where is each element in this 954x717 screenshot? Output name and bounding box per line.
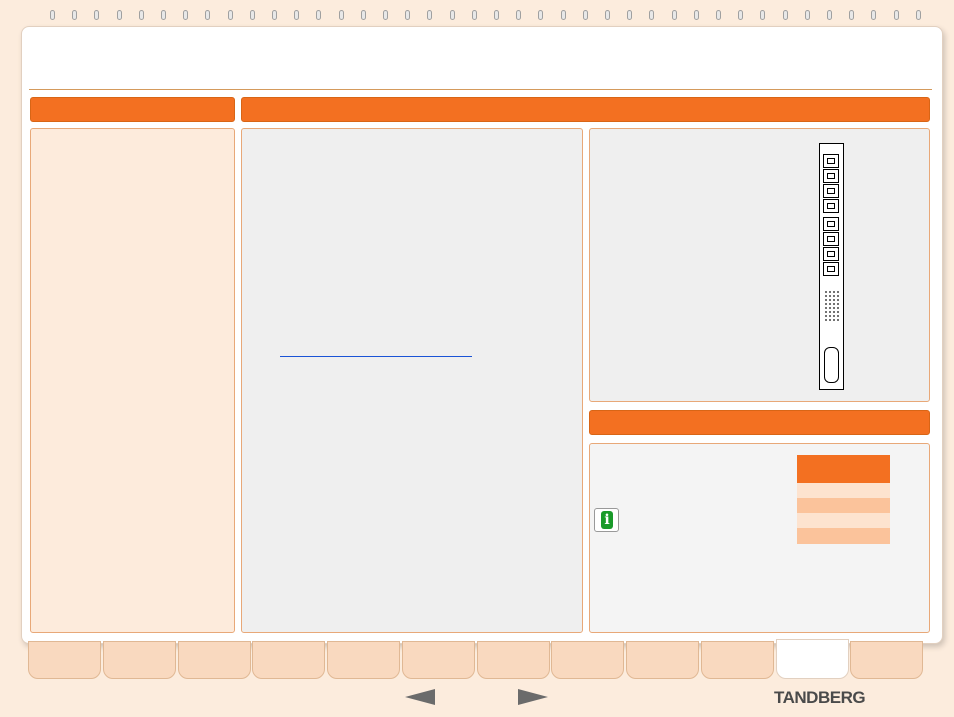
binder-ring-icon [738,10,744,20]
binder-ring-icon [449,10,455,20]
binder-ring-icon [116,10,122,20]
indicator-leds-icon [824,315,840,317]
binder-ring-icon [627,10,633,20]
main-panel-header [241,97,930,122]
indicator-leds-icon [824,319,840,321]
binder-ring-icon [893,10,899,20]
ethernet-port-icon [823,169,839,183]
ethernet-port-icon [823,232,839,246]
legend-row-swatch [797,513,890,528]
binder-ring-icon [427,10,433,20]
binder-ring-icon [671,10,677,20]
binder-ring-icon [649,10,655,20]
ethernet-port-icon [823,184,839,198]
binder-ring-icon [560,10,566,20]
binder-ring-icon [849,10,855,20]
binder-ring-icon [94,10,100,20]
chapter-tabs [28,639,925,681]
binder-ring-icon [871,10,877,20]
legend-row-swatch [797,528,890,544]
binder-ring-icon [494,10,499,20]
binder-ring-icon [605,10,610,20]
chapter-tab[interactable] [178,641,251,679]
binder-ring-icon [205,10,211,20]
indicator-leds-icon [824,307,840,309]
arrow-right-icon[interactable] [518,689,548,705]
chapter-tab[interactable] [776,639,849,679]
binder-ring-icon [582,10,588,20]
binder-ring-icon [693,10,699,20]
binder-ring-icon [827,10,832,20]
info-icon-glyph: i [601,511,613,529]
binder-ring-icon [716,10,721,20]
chapter-tab[interactable] [701,641,774,679]
binder-ring-icon [183,10,189,20]
ethernet-port-icon [823,217,839,231]
ethernet-port-icon [823,262,839,276]
chapter-tab[interactable] [252,641,325,679]
binder-ring-icon [338,10,344,20]
binder-ring-icon [72,10,78,20]
binder-ring-icon [272,10,277,20]
indicator-leds-icon [824,311,840,313]
legend-row-swatch [797,498,890,513]
ethernet-port-icon [823,247,839,261]
binder-ring-icon [383,10,388,20]
info-panel-header [589,410,930,435]
ethernet-port-icon [823,154,839,168]
binder-ring-icon [50,10,55,20]
arrow-left-icon[interactable] [405,689,435,705]
binder-ring-icon [138,10,144,20]
serial-port-icon [824,347,839,383]
legend-header-swatch [797,455,890,483]
chapter-tab[interactable] [28,641,101,679]
chapter-tab[interactable] [103,641,176,679]
binder-ring-icon [405,10,411,20]
binder-ring-icon [227,10,233,20]
chapter-tab[interactable] [477,641,550,679]
chapter-tab[interactable] [551,641,624,679]
indicator-leds-icon [824,295,840,297]
binder-ring-icon [915,10,921,20]
binder-ring-icon [516,10,522,20]
binder-ring-icon [760,10,766,20]
indicator-leds-icon [824,291,840,293]
binder-ring-icon [538,10,544,20]
binder-ring-icon [782,10,788,20]
chapter-tab[interactable] [327,641,400,679]
ethernet-port-icon [823,199,839,213]
indicator-leds-icon [824,299,840,301]
binder-ring-icon [294,10,300,20]
main-content-panel [241,128,583,633]
binder-ring-icon [471,10,477,20]
chapter-tab[interactable] [402,641,475,679]
indicator-leds-icon [824,303,840,305]
title-divider [29,89,932,90]
binder-ring-icon [161,10,166,20]
binder-ring-icon [360,10,366,20]
chapter-tab[interactable] [626,641,699,679]
binder-ring-icon [249,10,255,20]
document-link[interactable] [280,356,472,357]
legend-row-swatch [797,483,890,498]
left-panel [30,128,235,633]
left-panel-header [30,97,235,122]
binder-ring-icon [316,10,322,20]
device-image-panel [589,128,930,402]
chapter-tab[interactable] [850,641,923,679]
device-rear-panel-illustration [819,143,844,390]
binder-ring-icon [804,10,810,20]
tandberg-logo: TANDBERG [774,688,866,707]
info-icon: i [594,508,619,532]
